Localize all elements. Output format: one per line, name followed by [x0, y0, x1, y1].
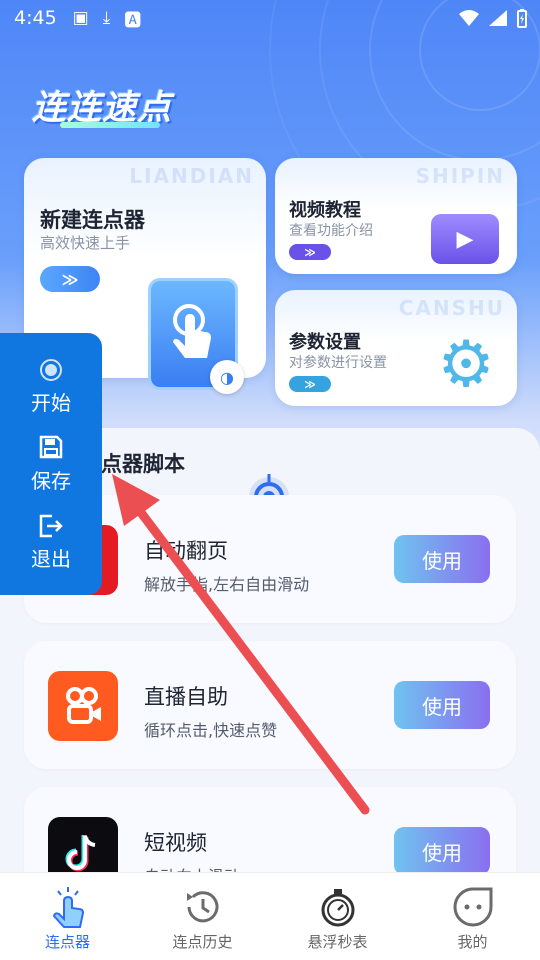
tap-hand-icon	[52, 887, 84, 928]
settings-card[interactable]: CANSHU 参数设置 对参数进行设置 ≫ ⚙	[275, 290, 517, 406]
floating-control-menu: 开始 保存 退出	[0, 333, 102, 595]
settings-title: 参数设置	[289, 332, 361, 353]
nav-label: 连点历史	[172, 933, 233, 951]
save-disk-icon	[39, 435, 63, 459]
nav-label: 悬浮秒表	[307, 933, 368, 951]
new-clicker-subtitle: 高效快速上手	[40, 234, 131, 252]
script-desc: 解放手指,左右自由滑动	[144, 575, 310, 594]
status-time: 4:45	[14, 7, 57, 29]
start-label: 开始	[31, 391, 71, 415]
save-label: 保存	[31, 469, 71, 493]
new-clicker-title: 新建连点器	[40, 208, 145, 232]
kuaishou-icon	[48, 671, 118, 741]
nav-item-profile[interactable]: 我的	[405, 873, 540, 960]
video-tutorial-subtitle: 查看功能介绍	[289, 223, 373, 239]
nav-label: 连点器	[44, 933, 90, 951]
use-button[interactable]: 使用	[394, 827, 490, 875]
profile-face-icon	[453, 887, 492, 927]
script-desc: 循环点击,快速点赞	[144, 721, 278, 740]
video-tutorial-go-button[interactable]: ≫	[289, 244, 331, 260]
gear-icon: ⚙	[437, 328, 495, 402]
stopwatch-icon	[321, 889, 354, 927]
image-icon: ▣	[72, 8, 89, 28]
video-play-icon: ▶	[431, 214, 499, 264]
card-watermark: LIANDIAN	[129, 164, 254, 188]
new-clicker-go-button[interactable]: ≫	[40, 266, 100, 292]
use-button[interactable]: 使用	[394, 535, 490, 583]
nav-item-clicker[interactable]: 连点器	[0, 873, 135, 960]
use-button[interactable]: 使用	[394, 681, 490, 729]
start-button[interactable]: 开始	[0, 357, 102, 416]
exit-button[interactable]: 退出	[0, 513, 102, 572]
script-name: 直播自助	[144, 685, 228, 709]
settings-subtitle: 对参数进行设置	[289, 355, 387, 371]
exit-label: 退出	[31, 547, 71, 571]
script-name: 自动翻页	[144, 539, 228, 563]
logo-underline	[60, 122, 160, 128]
bottom-nav: 连点器 连点历史 悬浮秒表 我的	[0, 872, 540, 960]
half-circle-icon: ◑	[210, 360, 244, 394]
nav-item-history[interactable]: 连点历史	[135, 873, 270, 960]
script-card-live-assist[interactable]: 直播自助 循环点击,快速点赞 使用	[24, 641, 516, 769]
a-icon: 🅰	[124, 10, 142, 31]
save-button[interactable]: 保存	[0, 435, 102, 494]
record-icon	[40, 359, 62, 381]
exit-icon	[39, 514, 63, 538]
download-icon: ⤓	[102, 8, 111, 28]
card-watermark: SHIPIN	[415, 164, 505, 188]
script-name: 短视频	[144, 831, 207, 855]
history-icon	[186, 891, 218, 923]
card-watermark: CANSHU	[398, 296, 505, 320]
nav-item-stopwatch[interactable]: 悬浮秒表	[270, 873, 405, 960]
video-tutorial-title: 视频教程	[289, 200, 361, 221]
settings-go-button[interactable]: ≫	[289, 376, 331, 392]
nav-label: 我的	[457, 933, 488, 951]
video-tutorial-card[interactable]: SHIPIN 视频教程 查看功能介绍 ≫ ▶	[275, 158, 517, 274]
